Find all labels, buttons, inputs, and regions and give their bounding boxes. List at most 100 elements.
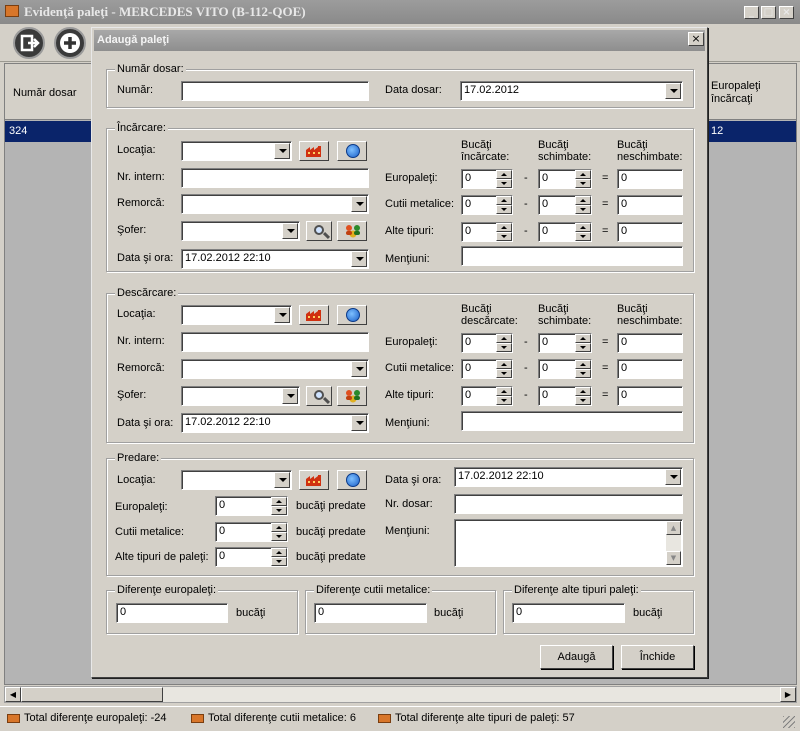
descarcare-sofer-select[interactable] (181, 386, 300, 406)
spinner-arrows-icon[interactable] (496, 334, 512, 352)
chevron-down-icon[interactable] (274, 143, 290, 159)
spin-down-button[interactable] (496, 232, 512, 241)
diferente-europaleti-field[interactable]: 0 (116, 603, 228, 623)
incarcare-alte-incarcate[interactable]: 0 (461, 222, 513, 242)
scroll-right-button[interactable]: ▶ (780, 687, 796, 702)
spin-up-button[interactable] (496, 223, 512, 232)
spinner-arrows-icon[interactable] (575, 170, 591, 188)
maximize-button[interactable]: □ (761, 6, 776, 19)
predare-cutii-stepper[interactable]: 0 (215, 522, 288, 542)
spinner-arrows-icon[interactable] (575, 334, 591, 352)
spin-up-button[interactable] (496, 170, 512, 179)
incarcare-sofer-search-button[interactable] (306, 221, 332, 241)
descarcare-location-factory-button[interactable] (299, 305, 329, 325)
predare-alte-stepper[interactable]: 0 (215, 547, 288, 567)
exit-button[interactable] (13, 27, 45, 59)
spinner-arrows-icon[interactable] (271, 523, 287, 541)
incarcare-locatia-select[interactable] (181, 141, 292, 161)
chevron-down-icon[interactable] (351, 251, 367, 267)
spin-up-button[interactable] (496, 387, 512, 396)
resize-grip-icon[interactable] (783, 716, 795, 728)
spin-up-button[interactable] (271, 497, 287, 506)
predare-data-ora-picker[interactable]: 17.02.2012 22:10 (454, 467, 683, 487)
incarcare-location-factory-button[interactable] (299, 141, 329, 161)
descarcare-nr-intern-field[interactable] (181, 332, 369, 352)
spin-down-button[interactable] (271, 557, 287, 566)
col-europaleti-incarcati[interactable]: Europaleţi încărcaţi (711, 80, 781, 106)
spin-down-button[interactable] (575, 205, 591, 214)
descarcare-sofer-users-button[interactable] (337, 386, 367, 406)
spin-down-button[interactable] (496, 179, 512, 188)
predare-location-factory-button[interactable] (299, 470, 329, 490)
descarcare-europaleti-neschimbate[interactable]: 0 (617, 333, 683, 353)
spin-down-button[interactable] (496, 369, 512, 378)
spin-up-button[interactable] (496, 196, 512, 205)
spin-down-button[interactable] (575, 369, 591, 378)
spin-up-button[interactable] (575, 196, 591, 205)
incarcare-europaleti-incarcate[interactable]: 0 (461, 169, 513, 189)
diferente-alte-field[interactable]: 0 (512, 603, 625, 623)
descarcare-locatia-select[interactable] (181, 305, 292, 325)
spinner-arrows-icon[interactable] (496, 196, 512, 214)
spin-down-button[interactable] (496, 396, 512, 405)
descarcare-europaleti-schimbate[interactable]: 0 (538, 333, 592, 353)
incarcare-sofer-select[interactable] (181, 221, 300, 241)
minimize-button[interactable]: _ (744, 6, 759, 19)
spin-up-button[interactable] (575, 170, 591, 179)
spinner-arrows-icon[interactable] (575, 196, 591, 214)
spinner-arrows-icon[interactable] (575, 387, 591, 405)
chevron-down-icon[interactable] (351, 196, 367, 212)
spinner-arrows-icon[interactable] (496, 223, 512, 241)
descarcare-europaleti-descarcate[interactable]: 0 (461, 333, 513, 353)
spin-up-button[interactable] (496, 334, 512, 343)
descarcare-remorca-select[interactable] (181, 359, 369, 379)
chevron-down-icon[interactable] (665, 83, 681, 99)
predare-nr-dosar-field[interactable] (454, 494, 683, 514)
incarcare-location-globe-button[interactable] (337, 141, 367, 161)
incarcare-europaleti-schimbate[interactable]: 0 (538, 169, 592, 189)
close-button[interactable]: Închide (621, 645, 694, 669)
spin-up-button[interactable] (271, 548, 287, 557)
incarcare-mentiuni-field[interactable] (461, 246, 683, 266)
descarcare-data-ora-picker[interactable]: 17.02.2012 22:10 (181, 413, 369, 433)
descarcare-mentiuni-field[interactable] (461, 411, 683, 431)
horizontal-scrollbar[interactable]: ◀ ▶ (4, 686, 797, 703)
spinner-arrows-icon[interactable] (271, 548, 287, 566)
spin-up-button[interactable] (575, 387, 591, 396)
incarcare-sofer-users-button[interactable] (337, 221, 367, 241)
spin-down-button[interactable] (575, 232, 591, 241)
chevron-down-icon[interactable] (282, 388, 298, 404)
descarcare-alte-schimbate[interactable]: 0 (538, 386, 592, 406)
chevron-down-icon[interactable] (274, 307, 290, 323)
predare-locatia-select[interactable] (181, 470, 292, 490)
incarcare-europaleti-neschimbate[interactable]: 0 (617, 169, 683, 189)
scroll-down-icon[interactable]: ▼ (666, 551, 681, 565)
close-window-button[interactable]: × (779, 6, 794, 19)
spin-up-button[interactable] (575, 223, 591, 232)
spinner-arrows-icon[interactable] (575, 223, 591, 241)
incarcare-nr-intern-field[interactable] (181, 168, 369, 188)
numar-field[interactable] (181, 81, 369, 101)
descarcare-location-globe-button[interactable] (337, 305, 367, 325)
incarcare-remorca-select[interactable] (181, 194, 369, 214)
chevron-down-icon[interactable] (351, 361, 367, 377)
descarcare-cutii-descarcate[interactable]: 0 (461, 359, 513, 379)
spin-up-button[interactable] (496, 360, 512, 369)
incarcare-cutii-neschimbate[interactable]: 0 (617, 195, 683, 215)
incarcare-cutii-schimbate[interactable]: 0 (538, 195, 592, 215)
incarcare-alte-neschimbate[interactable]: 0 (617, 222, 683, 242)
add-button[interactable] (54, 27, 86, 59)
predare-location-globe-button[interactable] (337, 470, 367, 490)
spin-up-button[interactable] (575, 334, 591, 343)
chevron-down-icon[interactable] (665, 469, 681, 485)
textarea-scrollbar[interactable]: ▲ ▼ (666, 521, 681, 565)
spin-down-button[interactable] (271, 506, 287, 515)
diferente-cutii-field[interactable]: 0 (314, 603, 427, 623)
descarcare-sofer-search-button[interactable] (306, 386, 332, 406)
spin-down-button[interactable] (496, 343, 512, 352)
scroll-thumb[interactable] (21, 687, 163, 702)
spinner-arrows-icon[interactable] (496, 360, 512, 378)
chevron-down-icon[interactable] (282, 223, 298, 239)
scroll-left-button[interactable]: ◀ (5, 687, 21, 702)
spin-down-button[interactable] (496, 205, 512, 214)
